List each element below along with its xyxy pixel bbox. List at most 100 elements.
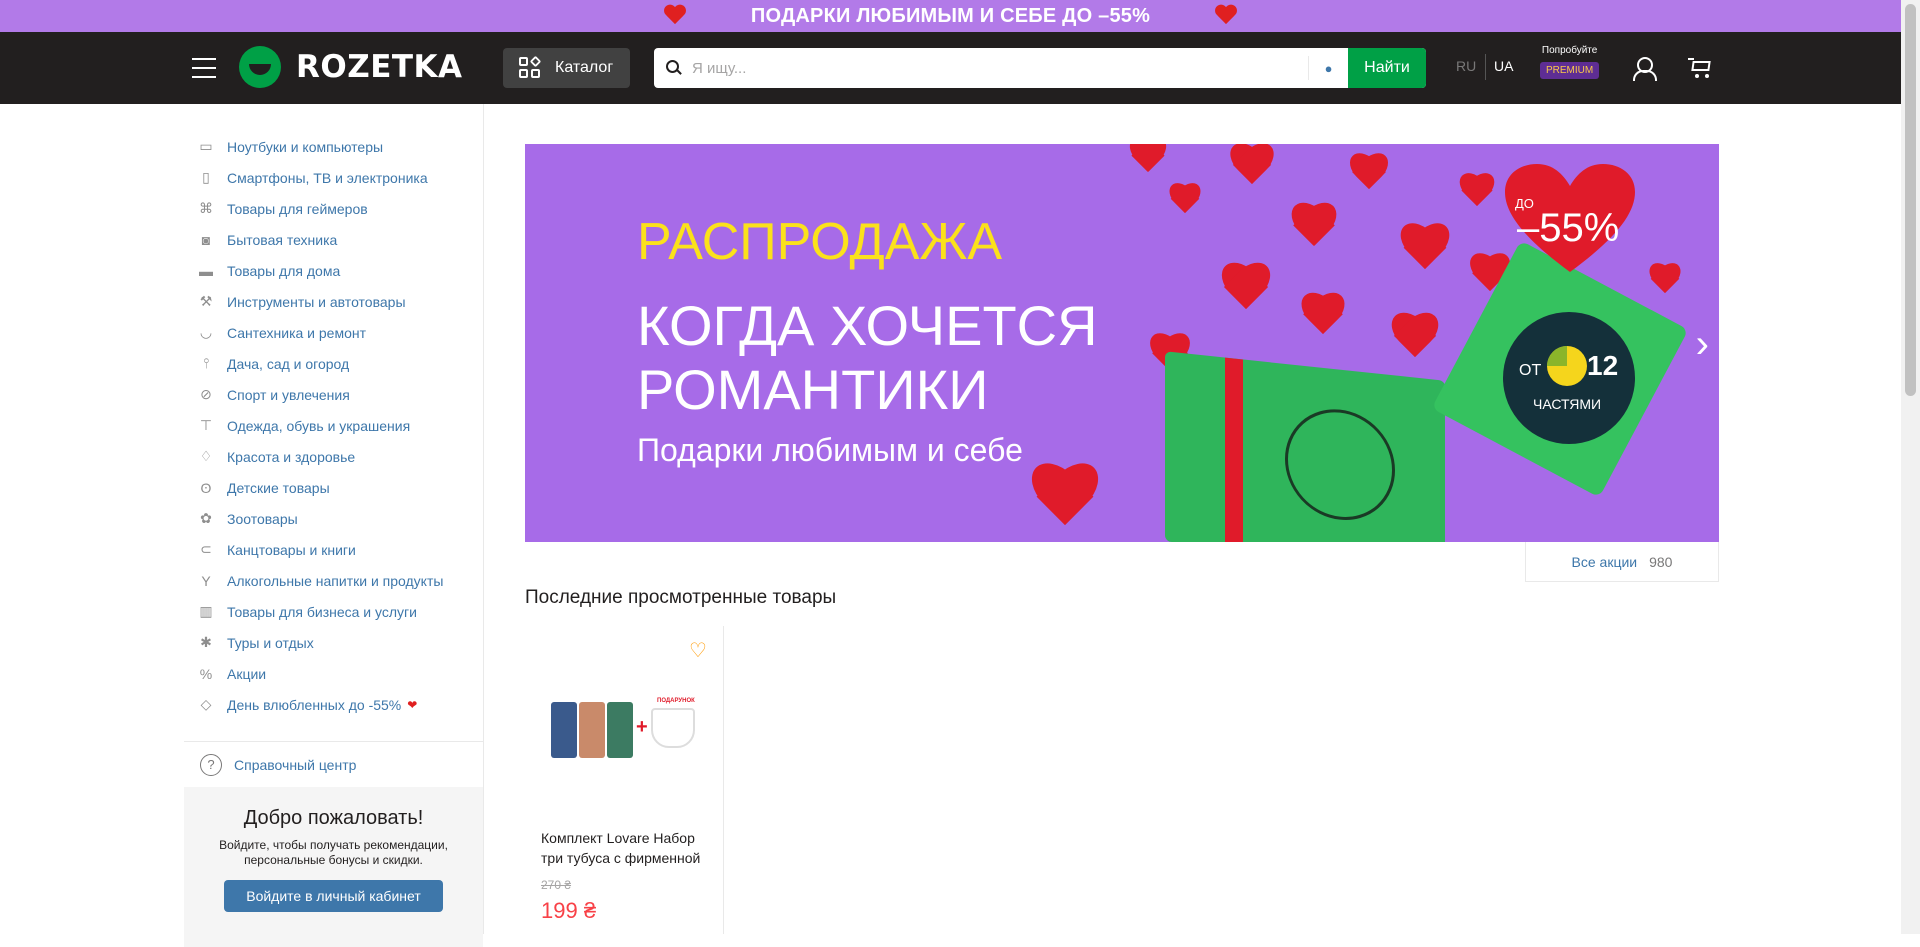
- sidebar-item[interactable]: Y Алкогольные напитки и продукты: [184, 565, 483, 596]
- menu-burger-icon[interactable]: [192, 58, 216, 78]
- welcome-title: Добро пожаловать!: [243, 807, 424, 829]
- gift-label: ПОДАРУНОК: [657, 698, 695, 704]
- sidebar-item-label: Красота и здоровье: [227, 448, 356, 465]
- sidebar-item-label: Сантехника и ремонт: [227, 324, 367, 341]
- heart-outline-icon[interactable]: ♡: [689, 641, 709, 661]
- header: ROZETKA Каталог ● Найти RU UA Попробуйте…: [0, 32, 1901, 104]
- sidebar-item-label: Инструменты и автотовары: [227, 293, 406, 310]
- all-promotions-link[interactable]: Все акции 980: [1525, 542, 1719, 582]
- sidebar-item-label: Детские товары: [227, 479, 330, 496]
- sidebar-item[interactable]: ◙ Бытовая техника: [184, 224, 483, 255]
- heart-icon: ❤: [407, 697, 418, 712]
- product-name[interactable]: Комплект Lovare Набор три тубуса с фирме…: [541, 828, 711, 868]
- sidebar-item[interactable]: ⊤ Одежда, обувь и украшения: [184, 410, 483, 441]
- heart-icon: [1385, 314, 1445, 368]
- glass-icon: Y: [201, 572, 211, 589]
- logo[interactable]: ROZETKA: [239, 46, 463, 88]
- heart-icon: [1225, 144, 1279, 194]
- drill-icon: ⚒: [199, 293, 213, 309]
- promo-banner[interactable]: РАСПРОДАЖА КОГДА ХОЧЕТСЯ РОМАНТИКИ Подар…: [525, 144, 1719, 542]
- racket-icon: ⊘: [200, 386, 212, 402]
- washing-machine-icon: ◙: [201, 231, 211, 248]
- paw-icon: ✿: [200, 510, 212, 526]
- installments-number: 12: [1587, 350, 1619, 381]
- language-ua[interactable]: UA: [1494, 58, 1513, 74]
- smartphone-icon: ▯: [202, 169, 210, 185]
- language-ru[interactable]: RU: [1456, 58, 1476, 74]
- chevron-right-icon[interactable]: ›: [1696, 324, 1709, 364]
- tag-icon: ◇: [200, 696, 212, 712]
- sidebar-item-label: Товары для геймеров: [227, 200, 368, 217]
- language-divider: [1485, 54, 1486, 80]
- help-center-link[interactable]: ? Справочный центр: [184, 741, 483, 787]
- premium-try-label: Попробуйте: [1541, 45, 1598, 56]
- promo-bar[interactable]: ПОДАРКИ ЛЮБИМЫМ И СЕБЕ ДО –55%: [0, 0, 1901, 32]
- user-icon[interactable]: [1632, 57, 1657, 81]
- scrollbar-thumb[interactable]: [1905, 4, 1916, 396]
- sidebar-item[interactable]: ◡ Сантехника и ремонт: [184, 317, 483, 348]
- sidebar-item[interactable]: ✱ Туры и отдых: [184, 627, 483, 658]
- heart-icon: [663, 5, 687, 27]
- sidebar-item-label: Акции: [227, 665, 267, 682]
- sidebar-item[interactable]: ✿ Зоотовары: [184, 503, 483, 534]
- sidebar-item[interactable]: ⚒ Инструменты и автотовары: [184, 286, 483, 317]
- catalog-label: Каталог: [555, 59, 614, 76]
- sidebar-item-label: Туры и отдых: [227, 634, 314, 651]
- sidebar-item[interactable]: ⌘ Товары для геймеров: [184, 193, 483, 224]
- find-button[interactable]: Найти: [1348, 48, 1426, 88]
- premium-badge: PREMIUM: [1540, 62, 1600, 79]
- sidebar-item[interactable]: ⊂ Канцтовары и книги: [184, 534, 483, 565]
- banner-headline: КОГДА ХОЧЕТСЯ РОМАНТИКИ: [637, 294, 1098, 422]
- heart-icon: [1295, 294, 1351, 344]
- catalog-button[interactable]: Каталог: [503, 48, 630, 88]
- product-tube: [551, 702, 577, 758]
- banner-title: РАСПРОДАЖА: [637, 213, 1003, 271]
- sidebar-item[interactable]: ▭ Ноутбуки и компьютеры: [184, 131, 483, 162]
- help-center-label: Справочный центр: [234, 756, 357, 773]
- sale-value: –55%: [1517, 206, 1620, 250]
- logo-text: ROZETKA: [296, 49, 463, 85]
- login-button[interactable]: Войдите в личный кабинет: [224, 880, 443, 912]
- sidebar-item[interactable]: ♢ Красота и здоровье: [184, 441, 483, 472]
- sidebar-item[interactable]: ▯ Смартфоны, ТВ и электроника: [184, 162, 483, 193]
- product-card[interactable]: ♡ + ПОДАРУНОК Комплект Lovare Набор три …: [525, 626, 724, 934]
- recently-viewed-title: Последние просмотренные товары: [525, 587, 837, 608]
- heart-icon: [1025, 464, 1105, 540]
- sidebar-item[interactable]: ◇ День влюбленных до -55% ❤: [184, 689, 483, 720]
- sidebar-item[interactable]: ▥ Товары для бизнеса и услуги: [184, 596, 483, 627]
- sidebar-item-label: Спорт и увлечения: [227, 386, 350, 403]
- sidebar-item[interactable]: % Акции: [184, 658, 483, 689]
- heart-icon: [1285, 204, 1343, 256]
- heart-icon: [1165, 184, 1205, 220]
- microphone-icon[interactable]: ●: [1308, 56, 1348, 80]
- sidebar-item[interactable]: ▬ Товары для дома: [184, 255, 483, 286]
- product-image[interactable]: + ПОДАРУНОК: [551, 698, 701, 766]
- garden-tools-icon: ⫯: [202, 355, 210, 371]
- installments-prefix: ОТ: [1519, 362, 1542, 379]
- cosmetics-icon: ♢: [199, 448, 213, 464]
- sidebar-item-label: Дача, сад и огород: [227, 355, 350, 372]
- all-promotions-label: Все акции: [1571, 553, 1638, 570]
- premium-promo[interactable]: Попробуйте PREMIUM: [1540, 45, 1600, 79]
- welcome-panel: Добро пожаловать! Войдите, чтобы получат…: [184, 787, 483, 947]
- banner-headline-line1: КОГДА ХОЧЕТСЯ: [637, 294, 1098, 357]
- page-scrollbar[interactable]: [1901, 0, 1920, 934]
- installments-label: ЧАСТЯМИ: [1533, 396, 1602, 412]
- barcode-icon: ▥: [199, 603, 213, 619]
- sidebar-item[interactable]: ⫯ Дача, сад и огород: [184, 348, 483, 379]
- cart-icon[interactable]: [1688, 57, 1712, 79]
- sidebar-item-label: Зоотовары: [227, 510, 298, 527]
- laptop-icon: ▭: [199, 138, 213, 154]
- teddy-bear-icon: ʘ: [200, 479, 212, 496]
- heart-icon: [1645, 264, 1685, 300]
- search-input[interactable]: [682, 48, 1308, 88]
- heart-icon: [1345, 154, 1393, 198]
- sidebar-item[interactable]: ⊘ Спорт и увлечения: [184, 379, 483, 410]
- sidebar-item-label: Смартфоны, ТВ и электроника: [227, 169, 428, 186]
- sidebar-item[interactable]: ʘ Детские товары: [184, 472, 483, 503]
- sidebar-item-label: Одежда, обувь и украшения: [227, 417, 411, 434]
- installments-badge: ОТ 12 ЧАСТЯМИ: [1503, 312, 1635, 444]
- all-promotions-count: 980: [1649, 553, 1673, 570]
- sidebar-item-label: Бытовая техника: [227, 231, 338, 248]
- sidebar-item-label: Алкогольные напитки и продукты: [227, 572, 444, 589]
